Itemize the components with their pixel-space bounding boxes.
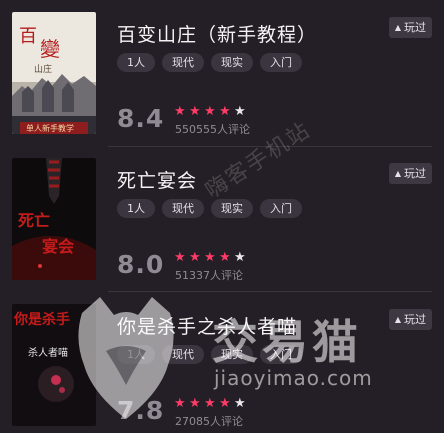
star-icon: ★ [204, 250, 216, 265]
played-label: 玩过 [404, 21, 426, 34]
tag-difficulty[interactable]: 入门 [260, 53, 302, 72]
game-title[interactable]: 百变山庄（新手教程） [117, 20, 317, 47]
game-title[interactable]: 死亡宴会 [117, 166, 197, 193]
star-icon: ★ [219, 104, 231, 119]
tag-players[interactable]: 1人 [117, 345, 155, 364]
star-icon: ★ [234, 396, 246, 411]
score: 8.0 [117, 250, 165, 279]
played-button[interactable]: ▲ 玩过 [388, 309, 432, 330]
star-icon: ★ [234, 104, 246, 119]
tag-era[interactable]: 现代 [162, 53, 204, 72]
tag-players[interactable]: 1人 [117, 53, 155, 72]
cover-title-b: 杀人者喵 [28, 346, 68, 359]
score: 8.4 [117, 104, 165, 133]
game-cover[interactable]: 死亡 宴会 [12, 158, 96, 280]
triangle-up-icon: ▲ [394, 169, 401, 178]
cover-title-a: 百 [19, 26, 37, 47]
tag-difficulty[interactable]: 入门 [260, 199, 302, 218]
star-icon: ★ [189, 396, 201, 411]
review-count: 51337人评论 [175, 269, 243, 282]
star-icon: ★ [204, 104, 216, 119]
triangle-up-icon: ▲ [394, 315, 401, 324]
star-icon: ★ [219, 396, 231, 411]
watermark-url: jiaoyimao.com [214, 366, 373, 390]
star-icon: ★ [189, 250, 201, 265]
star-icon: ★ [189, 104, 201, 119]
cover-title-a: 你是杀手 [13, 311, 70, 328]
cover-title-b: 宴会 [42, 237, 74, 256]
score: 7.8 [117, 396, 165, 425]
star-icon: ★ [219, 250, 231, 265]
game-list: 百 變 山庄 单人新手教学 百变山庄（新手教程） 1人 现代 现实 入门 8.4… [0, 0, 444, 433]
cover-subtitle: 山庄 [34, 63, 52, 75]
star-rating: ★ ★ ★ ★ ★ [174, 397, 249, 411]
review-count: 550555人评论 [175, 123, 250, 136]
cover-title-a: 死亡 [18, 211, 50, 230]
star-icon: ★ [174, 396, 186, 411]
star-rating: ★ ★ ★ ★ ★ [174, 251, 249, 265]
game-cover[interactable]: 你是杀手 杀人者喵 [12, 304, 96, 426]
cover-banner: 单人新手教学 [26, 123, 74, 133]
star-rating: ★ ★ ★ ★ ★ [174, 105, 249, 119]
played-label: 玩过 [404, 313, 426, 326]
tag-list: 1人 现代 现实 入门 [117, 53, 309, 72]
star-icon: ★ [204, 396, 216, 411]
tag-era[interactable]: 现代 [162, 199, 204, 218]
star-icon: ★ [234, 250, 246, 265]
tag-genre[interactable]: 现实 [211, 53, 253, 72]
played-button[interactable]: ▲ 玩过 [388, 163, 432, 184]
game-card[interactable]: 百 變 山庄 单人新手教学 百变山庄（新手教程） 1人 现代 现实 入门 8.4… [0, 0, 444, 138]
tag-players[interactable]: 1人 [117, 199, 155, 218]
played-button[interactable]: ▲ 玩过 [388, 17, 432, 38]
cover-title-b: 變 [40, 37, 60, 61]
tag-era[interactable]: 现代 [162, 345, 204, 364]
star-icon: ★ [174, 104, 186, 119]
played-label: 玩过 [404, 167, 426, 180]
triangle-up-icon: ▲ [394, 23, 401, 32]
star-icon: ★ [174, 250, 186, 265]
game-cover[interactable]: 百 變 山庄 单人新手教学 [12, 12, 96, 134]
watermark-brand: 交易猫 [212, 315, 362, 369]
review-count: 27085人评论 [175, 415, 243, 428]
